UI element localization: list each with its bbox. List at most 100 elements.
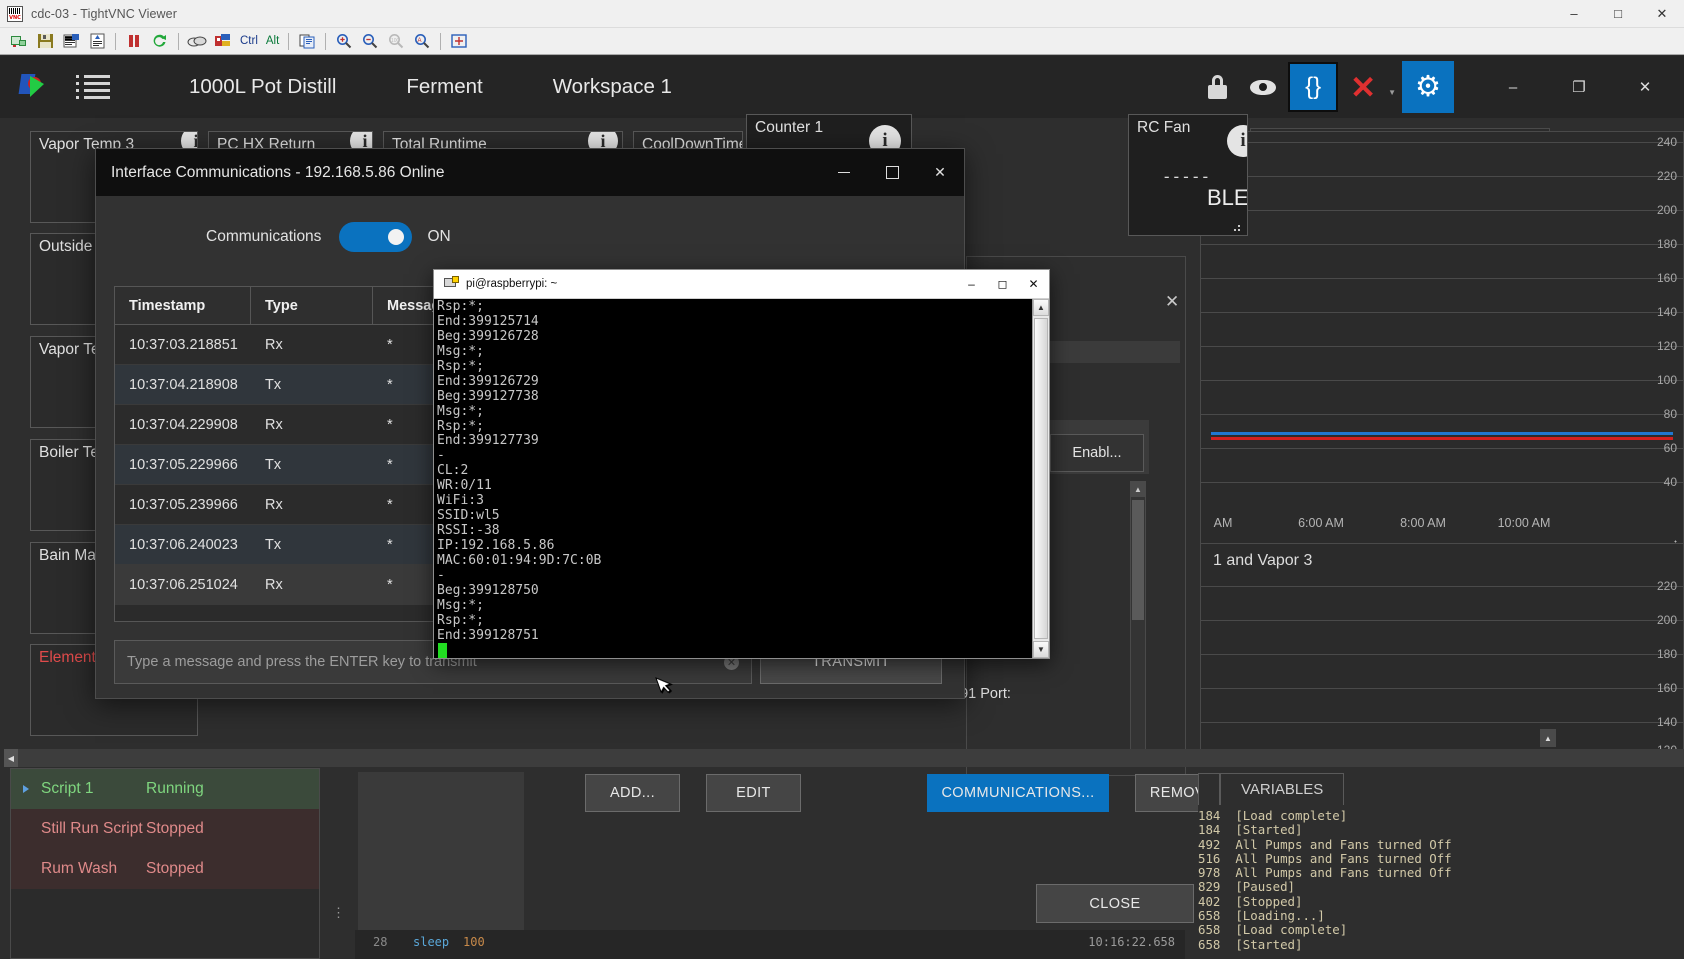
add-button[interactable]: ADD... bbox=[585, 774, 680, 812]
y-tick: 140 bbox=[1656, 715, 1677, 729]
save-session-icon[interactable] bbox=[34, 30, 56, 52]
code-timestamp: 10:16:22.658 bbox=[1088, 935, 1175, 949]
terminal-body[interactable]: Rsp:*; End:399125714 Beg:399126728 Msg:*… bbox=[434, 299, 1049, 658]
communications-toggle[interactable] bbox=[339, 222, 413, 252]
terminal-minimize-button[interactable]: – bbox=[956, 270, 987, 299]
series-vapor-3 bbox=[1211, 437, 1673, 440]
nav-item-ferment[interactable]: Ferment bbox=[371, 75, 517, 99]
y-tick: 160 bbox=[1656, 271, 1677, 285]
chevron-down-icon[interactable]: ▼ bbox=[1388, 88, 1396, 97]
communications-button[interactable]: COMMUNICATIONS... bbox=[927, 774, 1109, 812]
scroll-up-icon[interactable]: ▲ bbox=[1033, 299, 1049, 316]
script-status: Stopped bbox=[146, 860, 204, 877]
y-tick: 40 bbox=[1663, 475, 1677, 489]
chart-panel-secondary[interactable]: 1 and Vapor 3 220 200 180 160 140 120 bbox=[1200, 543, 1684, 763]
dialog-minimize-button[interactable] bbox=[820, 149, 868, 196]
terminal-maximize-button[interactable]: ◻ bbox=[987, 270, 1018, 299]
y-tick: 220 bbox=[1656, 579, 1677, 593]
y-tick: 200 bbox=[1656, 203, 1677, 217]
scroll-down-icon[interactable]: ▼ bbox=[1033, 641, 1049, 658]
eye-icon[interactable] bbox=[1240, 62, 1286, 112]
remote-desktop: 1000L Pot Distill Ferment Workspace 1 {}… bbox=[0, 56, 1684, 959]
vnc-close-button[interactable]: ✕ bbox=[1640, 0, 1684, 28]
close-button[interactable]: CLOSE bbox=[1036, 884, 1194, 923]
enable-column-header[interactable]: Enabl... bbox=[1050, 434, 1144, 472]
editor-gutter-block bbox=[358, 772, 524, 950]
resize-grip-icon[interactable] bbox=[1233, 222, 1243, 232]
panel-close-icon[interactable]: ✕ bbox=[1165, 292, 1179, 312]
terminal-scrollbar[interactable]: ▲ ▼ bbox=[1032, 299, 1049, 658]
rc-fan-status: BLED bbox=[1207, 185, 1248, 210]
clipboard-icon[interactable] bbox=[296, 30, 318, 52]
scroll-up-icon[interactable]: ▲ bbox=[1131, 482, 1145, 497]
fullscreen-icon[interactable] bbox=[448, 30, 470, 52]
code-value: 100 bbox=[463, 935, 485, 949]
x-tick: 10:00 AM bbox=[1497, 516, 1551, 530]
zoom-out-icon[interactable] bbox=[359, 30, 381, 52]
zoom-100-icon[interactable]: 100 bbox=[385, 30, 407, 52]
svg-text:100: 100 bbox=[391, 38, 400, 44]
nav-item-workspace[interactable]: Workspace 1 bbox=[518, 75, 707, 99]
edit-button[interactable]: EDIT bbox=[706, 774, 801, 812]
horizontal-splitter[interactable] bbox=[18, 749, 1684, 767]
refresh-icon[interactable] bbox=[149, 30, 171, 52]
column-header-type[interactable]: Type bbox=[251, 287, 373, 324]
dialog-titlebar[interactable]: Interface Communications - 192.168.5.86 … bbox=[96, 149, 964, 196]
terminal-window[interactable]: pi@raspberrypi: ~ – ◻ ✕ Rsp:*; End:39912… bbox=[433, 269, 1050, 659]
send-ctrl-alt-del-icon[interactable] bbox=[186, 30, 208, 52]
chart-panel-main[interactable]: 240 220 200 180 160 140 120 100 80 60 40… bbox=[1200, 131, 1684, 551]
scrollbar-thumb[interactable] bbox=[1034, 318, 1048, 639]
connection-options-icon[interactable] bbox=[60, 30, 82, 52]
lock-icon[interactable] bbox=[1194, 62, 1240, 112]
app-restore-button[interactable]: ❐ bbox=[1546, 61, 1612, 113]
zoom-auto-icon[interactable]: A bbox=[411, 30, 433, 52]
list-item[interactable]: Rum Wash Stopped bbox=[11, 849, 319, 889]
dialog-window-controls: ✕ bbox=[820, 149, 964, 196]
vnc-window-title: cdc-03 - TightVNC Viewer bbox=[31, 6, 177, 21]
log-lines: 184 [Load complete] 184 [Started] 492 Al… bbox=[1198, 805, 1684, 952]
new-connection-icon[interactable] bbox=[8, 30, 30, 52]
hamburger-menu-icon[interactable] bbox=[76, 72, 110, 102]
cell-timestamp: 10:37:03.218851 bbox=[129, 336, 238, 353]
list-item[interactable]: Script 1 Running bbox=[11, 769, 319, 809]
scrollbar-thumb[interactable] bbox=[1132, 500, 1144, 620]
collapse-left-icon[interactable]: ◀ bbox=[4, 749, 18, 767]
connection-info-icon[interactable] bbox=[86, 30, 108, 52]
cell-type: Tx bbox=[265, 536, 282, 553]
nav-item-project[interactable]: 1000L Pot Distill bbox=[154, 75, 371, 99]
red-x-icon[interactable]: ✕ bbox=[1340, 62, 1386, 112]
column-header-timestamp[interactable]: Timestamp bbox=[115, 287, 251, 324]
tile-rc-fan[interactable]: RC Fan i ----- BLED bbox=[1128, 114, 1248, 236]
pause-icon[interactable] bbox=[123, 30, 145, 52]
terminal-close-button[interactable]: ✕ bbox=[1018, 270, 1049, 299]
ctrl-key-toggle[interactable]: Ctrl bbox=[236, 35, 262, 47]
send-ctrl-esc-icon[interactable] bbox=[212, 30, 234, 52]
terminal-titlebar[interactable]: pi@raspberrypi: ~ – ◻ ✕ bbox=[434, 270, 1049, 299]
tab-variables[interactable]: VARIABLES bbox=[1220, 773, 1345, 805]
vnc-minimize-button[interactable]: – bbox=[1552, 0, 1596, 28]
x-tick: 6:00 AM bbox=[1298, 516, 1344, 530]
alt-key-toggle[interactable]: Alt bbox=[262, 35, 283, 47]
cell-timestamp: 10:37:06.240023 bbox=[129, 536, 238, 553]
app-logo-icon bbox=[18, 72, 48, 102]
script-name: Rum Wash bbox=[41, 860, 118, 877]
list-item[interactable]: Still Run Script Stopped bbox=[11, 809, 319, 849]
app-close-button[interactable]: ✕ bbox=[1612, 61, 1678, 113]
gear-icon[interactable]: ⚙ bbox=[1402, 61, 1454, 113]
application-header: 1000L Pot Distill Ferment Workspace 1 {}… bbox=[0, 56, 1684, 118]
code-editor-line[interactable]: 28 sleep 100 10:16:22.658 bbox=[355, 930, 1185, 959]
log-line: 402 [Stopped] bbox=[1198, 893, 1303, 909]
app-minimize-button[interactable]: – bbox=[1480, 61, 1546, 113]
right-scroll-up-icon[interactable]: ▲ bbox=[1540, 729, 1556, 747]
info-icon[interactable]: i bbox=[1227, 125, 1247, 157]
tab-messages[interactable] bbox=[1198, 773, 1220, 805]
dialog-maximize-button[interactable] bbox=[868, 149, 916, 196]
cell-timestamp: 10:37:04.229908 bbox=[129, 416, 238, 433]
vnc-maximize-button[interactable]: □ bbox=[1596, 0, 1640, 28]
script-status: Stopped bbox=[146, 820, 204, 837]
drag-handle-icon[interactable]: ⋮ bbox=[332, 906, 345, 919]
panel-scrollbar[interactable]: ▲ ▼ bbox=[1130, 481, 1146, 766]
dialog-close-button[interactable]: ✕ bbox=[916, 149, 964, 196]
zoom-in-icon[interactable] bbox=[333, 30, 355, 52]
braces-icon[interactable]: {} bbox=[1288, 62, 1339, 112]
